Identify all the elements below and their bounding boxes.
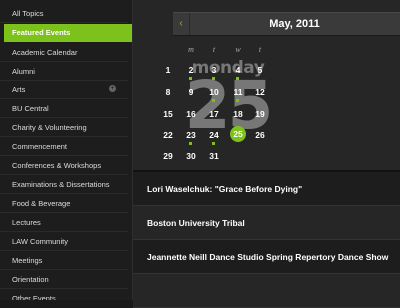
calendar-day[interactable]: 25 <box>230 126 246 142</box>
calendar-day[interactable]: 5 <box>249 62 271 80</box>
calendar-day[interactable]: 3 <box>203 62 225 80</box>
sidebar-item-featured-events[interactable]: Featured Events <box>4 24 132 42</box>
chevron-left-icon[interactable]: ‹ <box>173 13 190 35</box>
calendar-day[interactable]: 9 <box>180 84 202 102</box>
sidebar-item-commencement[interactable]: Commencement <box>0 137 128 156</box>
calendar-day[interactable]: 22 <box>157 127 179 145</box>
sidebar-item-bu-central[interactable]: BU Central <box>0 99 128 118</box>
sidebar-item-charity[interactable]: Charity & Volunteering <box>0 118 128 137</box>
sidebar-item-orientation[interactable]: Orientation <box>0 270 128 289</box>
sidebar-item-other-events[interactable]: Other Events <box>0 289 128 300</box>
event-row[interactable]: Jeannette Neill Dance Studio Spring Repe… <box>133 240 400 274</box>
event-indicator-dot <box>212 99 215 102</box>
weekday-header: w <box>235 45 241 54</box>
calendar-header: ‹ May, 2011 <box>173 12 400 36</box>
weekday-header: m <box>188 45 194 54</box>
sidebar-item-law-community[interactable]: LAW Community <box>0 232 128 251</box>
calendar-day[interactable]: 17 <box>203 106 225 124</box>
calendar-day[interactable]: 26 <box>249 127 271 145</box>
event-indicator-dot <box>212 77 215 80</box>
calendar-day[interactable]: 11 <box>227 84 249 102</box>
sidebar-item-arts[interactable]: Arts + <box>0 80 128 99</box>
sidebar-item-conferences[interactable]: Conferences & Workshops <box>0 156 128 175</box>
calendar-day[interactable]: 2 <box>180 62 202 80</box>
sidebar-item-label: Arts <box>12 85 26 94</box>
event-row[interactable]: Lori Waselchuk: "Grace Before Dying" <box>133 172 400 206</box>
calendar-day[interactable]: 30 <box>180 148 202 166</box>
calendar-day[interactable]: 8 <box>157 84 179 102</box>
calendar-day[interactable]: 29 <box>157 148 179 166</box>
sidebar-item-lectures[interactable]: Lectures <box>0 213 128 232</box>
expand-plus-icon[interactable]: + <box>109 85 116 92</box>
sidebar-item-food[interactable]: Food & Beverage <box>0 194 128 213</box>
event-indicator-dot <box>236 77 239 80</box>
sidebar-item-alumni[interactable]: Alumni <box>0 62 128 81</box>
weekday-header: t <box>212 45 216 54</box>
calendar-day[interactable]: 4 <box>227 62 249 80</box>
sidebar-item-examinations[interactable]: Examinations & Dissertations <box>0 175 128 194</box>
month-title: May, 2011 <box>269 18 320 30</box>
sidebar-item-meetings[interactable]: Meetings <box>0 251 128 270</box>
event-indicator-dot <box>236 99 239 102</box>
calendar-day[interactable]: 15 <box>157 106 179 124</box>
calendar-day[interactable]: 12 <box>249 84 271 102</box>
calendar-day[interactable]: 16 <box>180 106 202 124</box>
calendar-day[interactable]: 23 <box>180 127 202 145</box>
sidebar-item-academic-calendar[interactable]: Academic Calendar <box>0 43 128 62</box>
calendar-day[interactable]: 1 <box>157 62 179 80</box>
sidebar-item-all-topics[interactable]: All Topics <box>0 4 128 23</box>
event-indicator-dot <box>189 142 192 145</box>
weekday-header: t <box>258 45 262 54</box>
calendar-day[interactable]: 18 <box>227 106 249 124</box>
event-indicator-dot <box>212 142 215 145</box>
calendar-day[interactable]: 19 <box>249 106 271 124</box>
calendar-day[interactable]: 24 <box>203 127 225 145</box>
calendar-day[interactable]: 31 <box>203 148 225 166</box>
event-indicator-dot <box>189 77 192 80</box>
calendar-day[interactable]: 10 <box>203 84 225 102</box>
event-row[interactable] <box>133 274 400 308</box>
event-row[interactable]: Boston University Tribal <box>133 206 400 240</box>
event-list: Lori Waselchuk: "Grace Before Dying" Bos… <box>133 172 400 308</box>
sidebar: All Topics Featured Events Academic Cale… <box>0 0 133 300</box>
